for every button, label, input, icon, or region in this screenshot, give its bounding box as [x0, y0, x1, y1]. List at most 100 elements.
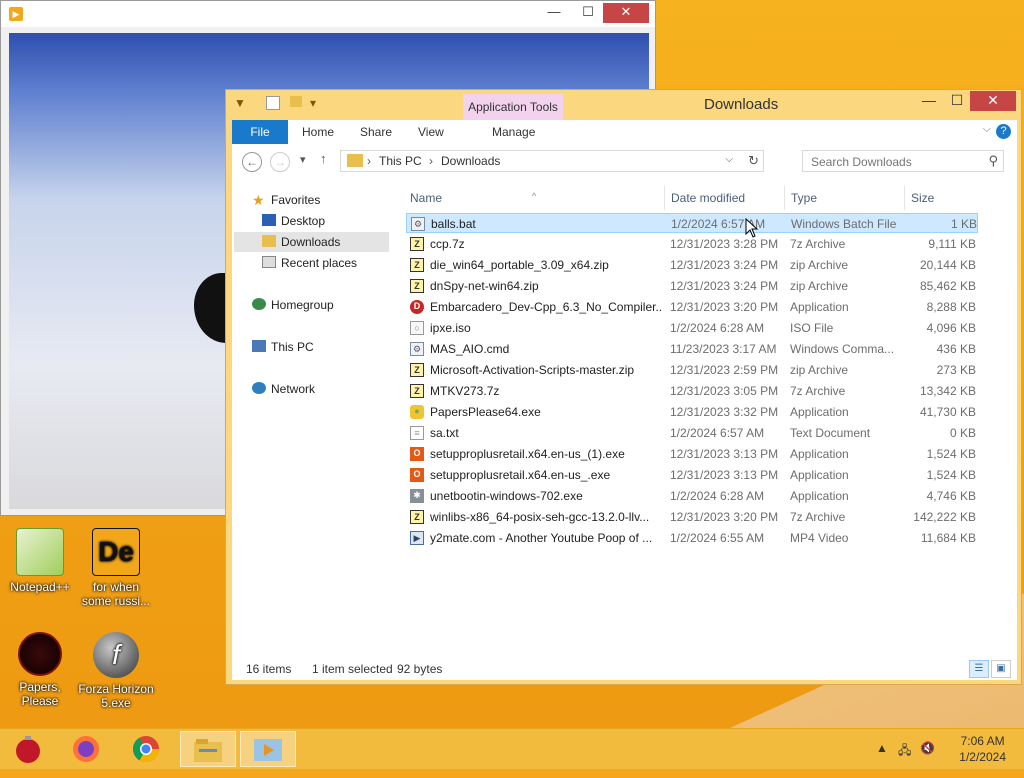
breadcrumb-this-pc[interactable]: This PC — [379, 154, 422, 168]
flash-icon: f — [93, 632, 139, 678]
computer-icon — [252, 340, 266, 352]
column-divider[interactable] — [664, 186, 665, 210]
breadcrumb-downloads[interactable]: Downloads — [441, 154, 500, 168]
table-row[interactable]: ⚙ MAS_AIO.cmd 11/23/2023 3:17 AM Windows Co… — [406, 339, 978, 359]
file-date-modified: 1/2/2024 6:57 AM — [671, 217, 766, 231]
archive-icon: Z — [410, 237, 424, 251]
tab-manage[interactable]: Manage — [492, 120, 535, 144]
tab-file[interactable]: File — [232, 120, 288, 144]
table-row[interactable]: Z Microsoft-Activation-Scripts-master.zip… — [406, 360, 978, 380]
window-title: Downloads — [704, 96, 779, 113]
table-row[interactable]: ○ ipxe.iso 1/2/2024 6:28 AM ISO File 4,096 K… — [406, 318, 978, 338]
tab-view[interactable]: View — [418, 120, 444, 144]
large-icons-view-button[interactable]: ▣ — [991, 660, 1011, 678]
taskbar-firefox[interactable] — [58, 731, 114, 767]
start-button[interactable] — [0, 731, 56, 767]
forward-button[interactable]: → — [270, 152, 290, 172]
expand-ribbon-icon[interactable]: ⌵ — [983, 123, 991, 136]
explorer-maximize-button[interactable]: ☐ — [943, 91, 971, 111]
nav-network[interactable]: Network — [252, 379, 315, 399]
search-box[interactable]: ⚲ — [802, 150, 1004, 172]
network-tray-icon[interactable]: 🖧 — [898, 741, 911, 762]
explorer-titlebar[interactable]: ▼ ▾ Application Tools Downloads — ☐ ✕ — [226, 90, 1021, 120]
table-row[interactable]: Z MTKV273.7z 12/31/2023 3:05 PM 7z Archive 1… — [406, 381, 978, 401]
column-header-name[interactable]: Name ^ — [410, 186, 660, 210]
recent-locations-icon[interactable]: ▾ — [300, 153, 306, 166]
system-clock[interactable]: 7:06 AM 1/2/2024 — [959, 733, 1006, 765]
tab-home[interactable]: Home — [302, 120, 334, 144]
search-icon[interactable]: ⚲ — [988, 153, 998, 169]
column-divider[interactable] — [784, 186, 785, 210]
tab-share[interactable]: Share — [360, 120, 392, 144]
search-input[interactable] — [809, 152, 983, 172]
explorer-close-button[interactable]: ✕ — [970, 91, 1016, 111]
help-icon[interactable]: ? — [996, 124, 1011, 139]
table-row[interactable]: ● PapersPlease64.exe 12/31/2023 3:32 PM App… — [406, 402, 978, 422]
refresh-icon[interactable]: ↻ — [748, 153, 759, 169]
player-maximize-button[interactable]: ☐ — [573, 3, 603, 23]
details-view-button[interactable]: ☰ — [969, 660, 989, 678]
office-icon: O — [410, 447, 424, 461]
column-header-date[interactable]: Date modified — [671, 186, 745, 210]
file-type: Application — [790, 300, 849, 314]
quick-access-folder-icon[interactable]: ▼ — [234, 96, 246, 110]
nav-desktop[interactable]: Desktop — [262, 211, 325, 231]
volume-muted-icon[interactable]: 🔇 — [920, 741, 935, 755]
address-dropdown-icon[interactable]: ⌵ — [725, 154, 733, 165]
taskbar-media-player[interactable] — [240, 731, 296, 767]
address-bar[interactable]: › This PC › Downloads ⌵ ↻ — [340, 150, 764, 172]
breadcrumb-separator-icon[interactable]: › — [429, 154, 433, 168]
column-header-type[interactable]: Type — [791, 186, 817, 210]
table-row[interactable]: Osetupproplusretail.x64.en-us_(1).exe 12/… — [406, 444, 978, 464]
quick-access-new-folder-icon[interactable] — [290, 96, 302, 107]
breadcrumb-separator-icon[interactable]: › — [367, 154, 371, 168]
taskbar-chrome[interactable] — [118, 731, 174, 767]
desktop-icon-notepadpp[interactable]: Notepad++ — [0, 528, 80, 594]
table-row[interactable]: ▶ y2mate.com - Another Youtube Poop of ..… — [406, 528, 978, 548]
file-date-modified: 12/31/2023 3:20 PM — [670, 300, 779, 314]
file-name: setupproplusretail.x64.en-us_.exe — [430, 468, 611, 482]
table-row[interactable]: ZdnSpy-net-win64.zip 12/31/2023 3:24 PM zi… — [406, 276, 978, 296]
explorer-minimize-button[interactable]: — — [915, 91, 943, 111]
table-row[interactable]: ≡ sa.txt 1/2/2024 6:57 AM Text Document 0 KB — [406, 423, 978, 443]
back-button[interactable]: ← — [242, 152, 262, 172]
up-icon[interactable]: ↑ — [320, 151, 327, 166]
table-row[interactable]: D Embarcadero_Dev-Cpp_6.3_No_Compiler... 1… — [406, 297, 978, 317]
nav-recent-places[interactable]: Recent places — [262, 253, 357, 273]
nav-downloads[interactable]: Downloads — [234, 232, 389, 252]
desktop-icon-papers-please[interactable]: Papers, Please — [0, 632, 80, 708]
file-date-modified: 1/2/2024 6:28 AM — [670, 321, 765, 335]
explorer-window[interactable]: ▼ ▾ Application Tools Downloads — ☐ ✕ Fi… — [225, 89, 1022, 685]
desktop-icon-forza[interactable]: f Forza Horizon 5.exe — [76, 632, 156, 710]
taskbar-file-explorer[interactable] — [180, 731, 236, 767]
quick-access-properties-icon[interactable] — [266, 96, 280, 110]
file-date-modified: 12/31/2023 3:13 PM — [670, 447, 779, 461]
file-name: y2mate.com - Another Youtube Poop of ... — [430, 531, 653, 545]
quick-access-customize-icon[interactable]: ▾ — [310, 96, 316, 110]
player-titlebar[interactable]: ▶ — ☐ ✕ — [1, 1, 655, 27]
column-header-size[interactable]: Size — [911, 186, 934, 210]
nav-favorites[interactable]: ★ Favorites — [252, 190, 320, 210]
show-hidden-icons-icon[interactable]: ▲ — [876, 741, 888, 755]
table-row[interactable]: Zccp.7z 12/31/2023 3:28 PM 7z Archive 9,111… — [406, 234, 978, 254]
column-divider[interactable] — [904, 186, 905, 210]
player-close-button[interactable]: ✕ — [603, 3, 649, 23]
file-name: unetbootin-windows-702.exe — [430, 489, 583, 503]
nav-homegroup[interactable]: Homegroup — [252, 295, 334, 315]
file-name: die_win64_portable_3.09_x64.zip — [430, 258, 609, 272]
table-row[interactable]: ⚙ balls.bat 1/2/2024 6:57 AM Windows Batch … — [406, 213, 978, 233]
application-tools-context-tab: Application Tools — [463, 94, 563, 120]
table-row[interactable]: Zdie_win64_portable_3.09_x64.zip 12/31/20… — [406, 255, 978, 275]
table-row[interactable]: Zwinlibs-x86_64-posix-seh-gcc-13.2.0-llv… — [406, 507, 978, 527]
batch-file-icon: ⚙ — [410, 342, 424, 356]
explorer-content: ★ Favorites Desktop Downloads Recent plac… — [232, 180, 1017, 658]
file-date-modified: 12/31/2023 3:05 PM — [670, 384, 779, 398]
table-row[interactable]: ✱ unetbootin-windows-702.exe 1/2/2024 6:28… — [406, 486, 978, 506]
desktop-icon-for-when[interactable]: De for when some russi... — [76, 528, 156, 608]
player-minimize-button[interactable]: — — [539, 3, 569, 23]
nav-this-pc[interactable]: This PC — [252, 337, 314, 357]
file-name: PapersPlease64.exe — [430, 405, 541, 419]
file-date-modified: 12/31/2023 3:13 PM — [670, 468, 779, 482]
file-name: Embarcadero_Dev-Cpp_6.3_No_Compiler... — [430, 300, 662, 314]
table-row[interactable]: Osetupproplusretail.x64.en-us_.exe 12/31/… — [406, 465, 978, 485]
